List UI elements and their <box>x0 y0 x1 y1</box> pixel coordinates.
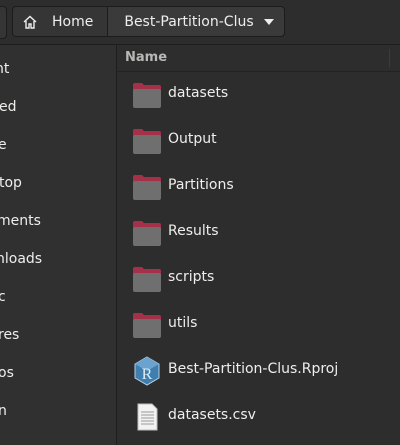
file-name: Best-Partition-Clus.Rproj <box>168 361 339 377</box>
file-name: datasets <box>168 85 229 101</box>
file-row-utils[interactable]: utils <box>117 301 400 347</box>
sidebar-item-trash[interactable]: n <box>0 392 116 430</box>
sidebar-item-label: nt <box>0 61 10 77</box>
file-name: scripts <box>168 269 215 285</box>
file-row-partitions[interactable]: Partitions <box>117 163 400 209</box>
breadcrumb-home-label: Home <box>52 13 94 30</box>
folder-icon <box>133 267 161 292</box>
sidebar-item-desktop[interactable]: top <box>0 164 116 202</box>
folder-icon <box>133 313 161 338</box>
file-name: Partitions <box>168 177 234 193</box>
sidebar: nt ed e top ments nloads c res os n <box>0 45 117 445</box>
back-button[interactable] <box>0 6 7 39</box>
breadcrumb-current-folder[interactable]: Best-Partition-Clus <box>108 7 284 36</box>
sidebar-item-documents[interactable]: ments <box>0 202 116 240</box>
sidebar-item-label: res <box>0 327 20 343</box>
header-bar: Home Best-Partition-Clus <box>0 0 400 45</box>
breadcrumb: Home Best-Partition-Clus <box>12 6 285 37</box>
file-row-output[interactable]: Output <box>117 117 400 163</box>
sidebar-item-label: ed <box>0 99 17 115</box>
text-file-icon <box>137 403 158 431</box>
sidebar-item-label: ments <box>0 213 41 229</box>
sidebar-item-recent[interactable]: nt <box>0 50 116 88</box>
rproject-icon: R <box>134 356 160 386</box>
sidebar-item-label: top <box>0 175 22 191</box>
file-name: Results <box>168 223 219 239</box>
svg-text:R: R <box>142 366 153 383</box>
sidebar-item-label: c <box>0 278 6 316</box>
sidebar-item-pictures[interactable]: res <box>0 316 116 354</box>
sidebar-item-label: nloads <box>0 251 43 267</box>
sidebar-item-starred[interactable]: ed <box>0 88 116 126</box>
folder-icon <box>133 175 161 200</box>
file-row-rproj[interactable]: R Best-Partition-Clus.Rproj <box>117 347 400 393</box>
column-header-label: Name <box>125 50 168 65</box>
file-name: datasets.csv <box>168 407 256 423</box>
column-separator <box>389 49 390 67</box>
sidebar-item-label: e <box>0 126 7 164</box>
breadcrumb-home-button[interactable]: Home <box>13 7 109 36</box>
sidebar-item-label: n <box>0 392 7 430</box>
file-list: Name datasets Output Partitions Results … <box>117 45 400 445</box>
sidebar-item-videos[interactable]: os <box>0 354 116 392</box>
file-row-scripts[interactable]: scripts <box>117 255 400 301</box>
file-manager-window: Home Best-Partition-Clus nt ed e top men… <box>0 0 400 445</box>
breadcrumb-current-label: Best-Partition-Clus <box>124 13 254 30</box>
chevron-down-icon[interactable] <box>264 18 274 25</box>
file-row-datasets-csv[interactable]: datasets.csv <box>117 393 400 439</box>
sidebar-item-music[interactable]: c <box>0 278 116 316</box>
file-name: Output <box>168 131 217 147</box>
folder-icon <box>133 129 161 154</box>
sidebar-item-downloads[interactable]: nloads <box>0 240 116 278</box>
column-header-name[interactable]: Name <box>117 45 400 72</box>
file-row-results[interactable]: Results <box>117 209 400 255</box>
sidebar-item-label: os <box>0 365 14 381</box>
file-row-datasets[interactable]: datasets <box>117 71 400 117</box>
file-name: utils <box>168 315 198 331</box>
sidebar-item-home[interactable]: e <box>0 126 116 164</box>
home-icon <box>23 15 37 29</box>
folder-icon <box>133 83 161 108</box>
folder-icon <box>133 221 161 246</box>
